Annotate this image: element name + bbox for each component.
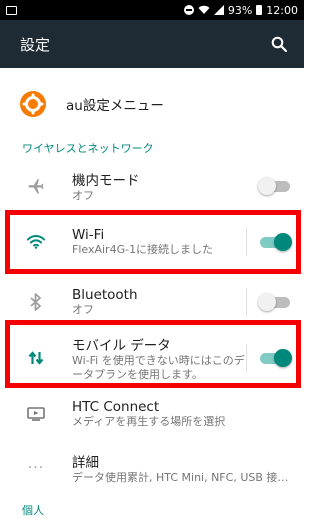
htc-connect-summary: メディアを再生する場所を選択 <box>72 415 226 428</box>
more-dots-icon: ··· <box>27 460 45 476</box>
bluetooth-summary: オフ <box>72 303 94 316</box>
htc-connect-title: HTC Connect <box>72 399 160 415</box>
airplane-mode-toggle[interactable] <box>258 176 292 196</box>
airplane-mode-item[interactable]: 機内モード オフ <box>0 164 304 208</box>
app-bar: 設定 <box>0 20 304 68</box>
au-gear-icon-wrap <box>0 91 66 117</box>
htc-connect-item[interactable]: HTC Connect メディアを再生する場所を選択 <box>0 392 304 436</box>
bluetooth-icon <box>30 293 41 311</box>
battery-percent: 93% <box>227 3 253 17</box>
clock: 12:00 <box>266 3 298 17</box>
page-title: 設定 <box>20 35 51 54</box>
au-gear-icon <box>20 91 46 117</box>
search-icon <box>271 36 287 52</box>
bluetooth-title: Bluetooth <box>72 287 138 303</box>
section-header-wireless: ワイヤレスとネットワーク <box>22 142 154 155</box>
airplane-icon <box>28 179 44 194</box>
bluetooth-toggle[interactable] <box>258 292 292 312</box>
wifi-status-icon <box>198 5 210 14</box>
section-header-personal: 個人 <box>22 504 44 517</box>
mobile-data-highlight-box <box>5 320 301 388</box>
wifi-highlight-box <box>5 210 301 274</box>
bluetooth-item[interactable]: Bluetooth オフ <box>0 280 304 324</box>
signal-icon <box>213 5 224 15</box>
htc-connect-cast-icon <box>27 407 45 421</box>
do-not-disturb-icon <box>183 5 194 15</box>
airplane-mode-title: 機内モード <box>72 173 140 189</box>
airplane-mode-summary: オフ <box>72 189 94 202</box>
au-settings-menu-label: au設定メニュー <box>66 98 164 114</box>
more-summary: データ使用累計, HTC Mini, NFC, USB 接続... <box>72 471 296 484</box>
search-button[interactable] <box>268 33 290 55</box>
more-item[interactable]: ··· 詳細 データ使用累計, HTC Mini, NFC, USB 接続... <box>0 446 304 490</box>
more-title: 詳細 <box>72 455 99 471</box>
au-settings-menu-item[interactable]: au設定メニュー <box>0 84 304 124</box>
battery-icon <box>256 5 263 15</box>
image-notification-icon <box>6 5 17 15</box>
bluetooth-divider <box>246 288 247 316</box>
status-bar: 93% 12:00 <box>0 0 304 20</box>
status-indicators: 93% 12:00 <box>183 3 298 17</box>
